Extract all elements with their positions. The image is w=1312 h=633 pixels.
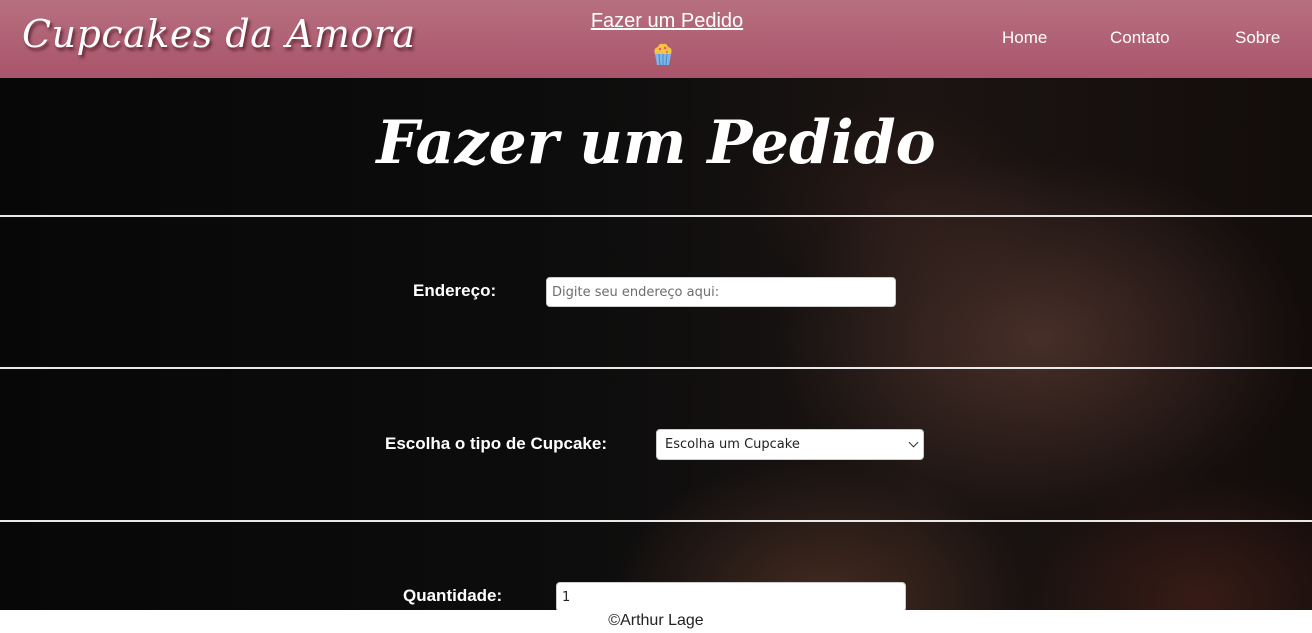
cupcake-type-label: Escolha o tipo de Cupcake:: [385, 434, 607, 453]
cupcake-type-selected: Escolha um Cupcake: [665, 437, 800, 452]
nav-contato[interactable]: Contato: [1110, 28, 1170, 48]
cupcake-icon: [654, 43, 672, 66]
footer: ©Arthur Lage: [0, 610, 1312, 633]
address-label: Endereço:: [413, 281, 497, 300]
copyright-text: ©Arthur Lage: [608, 612, 704, 629]
divider: [0, 215, 1312, 217]
nav-home[interactable]: Home: [1002, 28, 1047, 48]
nav-sobre[interactable]: Sobre: [1235, 28, 1280, 48]
cupcake-type-select[interactable]: Escolha um Cupcake: [656, 429, 924, 460]
order-link[interactable]: Fazer um Pedido: [567, 10, 767, 33]
quantity-input[interactable]: 1: [556, 582, 906, 612]
top-navbar: Cupcakes da Amora Fazer um Pedido Home C…: [0, 0, 1312, 78]
brand-logo[interactable]: Cupcakes da Amora: [22, 12, 416, 56]
address-input[interactable]: Digite seu endereço aqui:: [546, 277, 896, 307]
chevron-down-icon: [908, 437, 919, 448]
quantity-label: Quantidade:: [403, 586, 503, 605]
quantity-value: 1: [562, 589, 571, 605]
divider: [0, 367, 1312, 369]
page-title: Fazer um Pedido: [376, 108, 936, 178]
divider: [0, 520, 1312, 522]
address-placeholder: Digite seu endereço aqui:: [552, 284, 720, 300]
